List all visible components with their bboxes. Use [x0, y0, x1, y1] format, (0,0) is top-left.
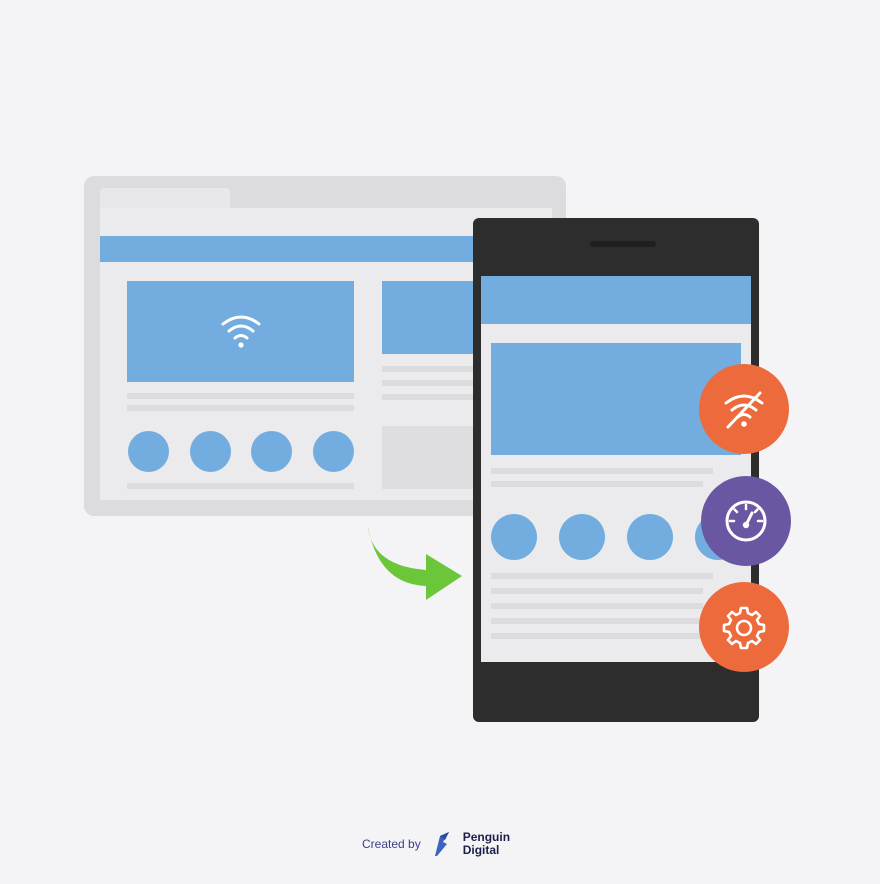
- text-line: [127, 405, 354, 411]
- browser-circle-item: [251, 431, 292, 472]
- browser-circle-item: [128, 431, 169, 472]
- penguin-digital-logo: [434, 832, 449, 856]
- browser-hero-block: [127, 281, 354, 382]
- phone-circle-item: [559, 514, 605, 560]
- browser-circle-item: [313, 431, 354, 472]
- curved-arrow-icon: [368, 526, 462, 600]
- text-line: [491, 588, 703, 594]
- wifi-icon: [221, 315, 261, 348]
- text-line: [491, 468, 713, 474]
- brand-name: Penguin Digital: [462, 830, 511, 857]
- text-line: [127, 393, 354, 399]
- wifi-off-icon: [724, 391, 764, 429]
- text-line: [491, 633, 703, 639]
- wifi-off-badge: [699, 364, 789, 454]
- text-line: [491, 618, 703, 624]
- footer-credit: Created by Penguin Digital: [362, 830, 523, 858]
- speed-badge: [701, 476, 791, 566]
- text-line: [491, 481, 703, 487]
- phone-header-bar: [481, 276, 751, 324]
- gear-icon: [722, 606, 766, 650]
- browser-circle-item: [190, 431, 231, 472]
- text-line: [491, 573, 713, 579]
- phone-circle-item: [491, 514, 537, 560]
- speedometer-icon: [725, 500, 767, 542]
- settings-badge: [699, 582, 789, 672]
- phone-circle-item: [627, 514, 673, 560]
- text-line: [491, 603, 703, 609]
- phone-speaker: [590, 241, 656, 247]
- text-line: [127, 483, 354, 489]
- created-by-label: Created by: [362, 837, 421, 851]
